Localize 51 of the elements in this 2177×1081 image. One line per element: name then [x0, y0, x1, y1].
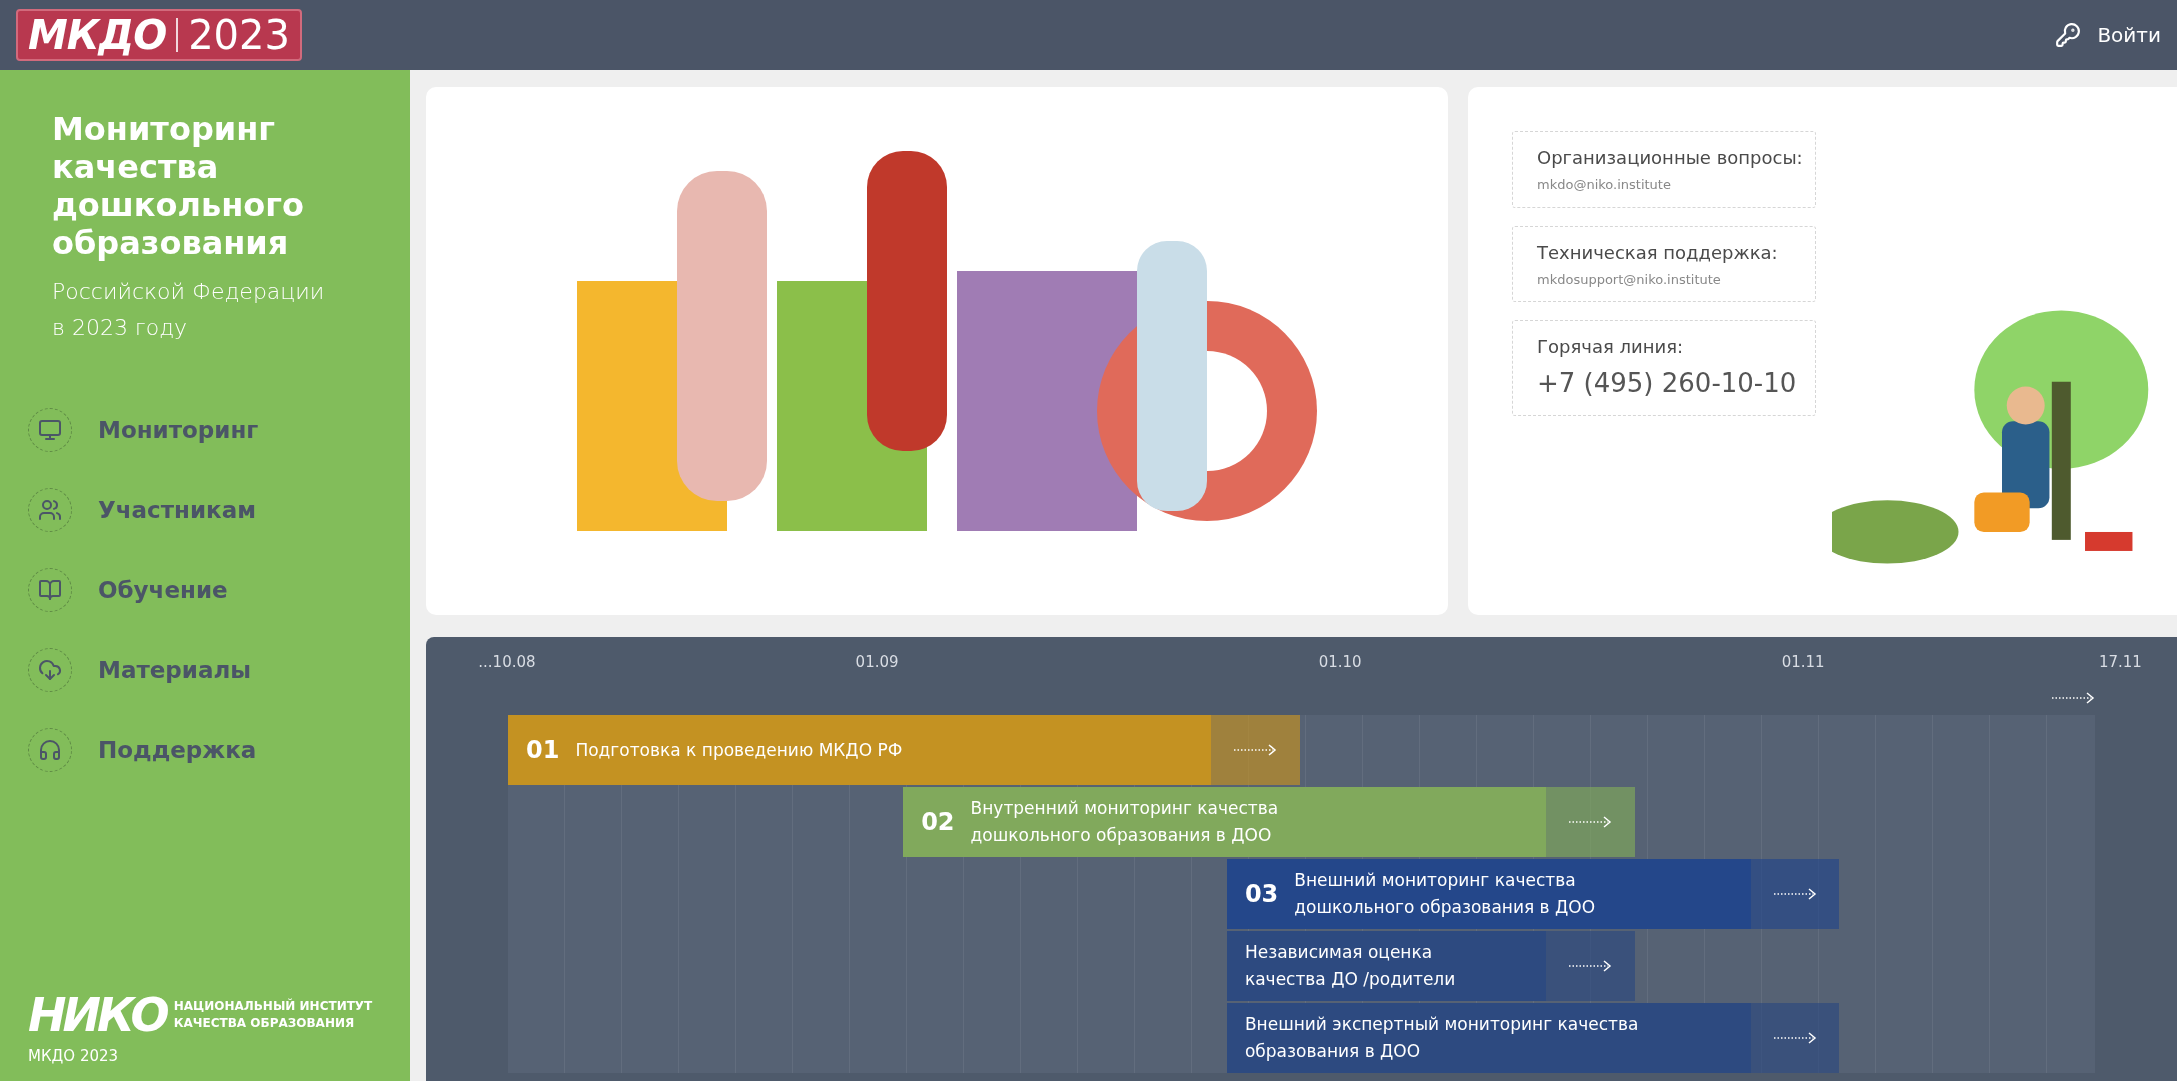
logo-text: МКДО: [28, 11, 167, 60]
contact-label: Горячая линия:: [1537, 335, 1685, 359]
stage-bar[interactable]: 01 Подготовка к проведению МКДО РФ: [508, 715, 1212, 785]
stage-title: Внешний экспертный мониторинг качества образования в ДОО: [1244, 1013, 1640, 1063]
book-icon: [38, 578, 62, 602]
arrow-icon: [1773, 887, 1818, 901]
nav-item[interactable]: Поддержка: [28, 726, 400, 774]
timeline-date: 17.11: [2098, 652, 2142, 673]
cloud-download-icon: [38, 658, 62, 682]
arrow-icon: [2051, 691, 2095, 705]
timeline-date: 01.11: [1781, 652, 1825, 673]
timeline-date: 01.10: [1318, 652, 1362, 673]
email-link[interactable]: mkdo@niko.institute: [1537, 175, 1807, 195]
sidebar-title: Мониторинг качества дошкольного образования: [52, 110, 305, 262]
footer-caption: МКДО 2023: [28, 1045, 120, 1067]
key-icon[interactable]: [2055, 22, 2082, 48]
contact-label: Организационные вопросы:: [1537, 146, 1804, 170]
arrow-icon: [1568, 815, 1613, 829]
stage-number: 01: [526, 735, 560, 766]
stage-title: Независимая оценка качества ДО /родители: [1244, 941, 1457, 991]
timeline-date: 01.09: [855, 652, 899, 673]
stage-number: 03: [1244, 879, 1279, 910]
arrow-icon: [1773, 1031, 1818, 1045]
stage-bar[interactable]: Внешний экспертный мониторинг качества образования в ДОО: [1226, 1003, 1751, 1073]
headphones-icon: [38, 738, 62, 762]
nav-item[interactable]: Обучение: [28, 566, 400, 614]
people-icon: [38, 498, 62, 522]
email-link[interactable]: mkdosupport@niko.institute: [1537, 269, 1807, 289]
stage-title: Внешний мониторинг качества дошкольного образования в ДОО: [1294, 869, 1597, 919]
timeline-date: ...10.08: [478, 652, 536, 673]
monitor-icon: [38, 418, 62, 442]
niko-logo: НИКО: [28, 986, 166, 1043]
phone-link[interactable]: +7 (495) 260-10-10: [1537, 364, 1807, 403]
stage-bar[interactable]: 03 Внешний мониторинг качества дошкольного образования в ДОО: [1226, 859, 1751, 929]
contact-label: Техническая поддержка:: [1537, 240, 1779, 265]
stage-number: 02: [921, 807, 955, 838]
stage-title: Подготовка к проведению МКДО РФ: [575, 738, 903, 762]
sidebar-subtitle: Российской Федерации в 2023 году: [52, 278, 326, 342]
stage-bar[interactable]: 02 Внутренний мониторинг качества дошкольного образования в ДОО: [903, 787, 1546, 857]
login-link[interactable]: Войти: [2097, 20, 2161, 50]
nav-item[interactable]: Материалы: [28, 646, 400, 694]
stage-title: Внутренний мониторинг качества дошкольного образования в ДОО: [970, 797, 1280, 847]
arrow-icon: [1568, 959, 1613, 973]
org-name-line: НАЦИОНАЛЬНЫЙ ИНСТИТУТ: [173, 997, 373, 1015]
stage-bar[interactable]: Независимая оценка качества ДО /родители: [1226, 931, 1546, 1001]
logo-year: 2023: [188, 11, 290, 60]
site-logo[interactable]: МКДО 2023: [16, 9, 302, 61]
org-name-line: КАЧЕСТВА ОБРАЗОВАНИЯ: [173, 1014, 356, 1032]
nav-item[interactable]: Мониторинг: [28, 406, 400, 454]
arrow-icon: [1233, 743, 1278, 757]
nav-item[interactable]: Участникам: [28, 486, 400, 534]
